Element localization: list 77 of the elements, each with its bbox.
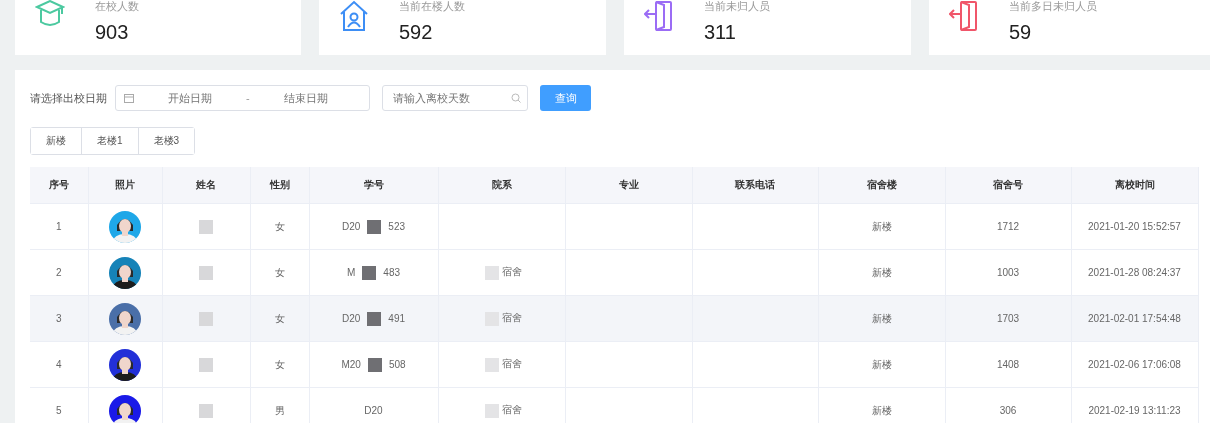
redaction-block [199, 357, 213, 372]
table-cell: 2 [30, 249, 88, 296]
redaction-block [484, 403, 499, 418]
column-header: 姓名 [162, 167, 250, 204]
table-cell: 5 [30, 387, 88, 423]
table-cell: 新楼 [818, 341, 945, 388]
table-cell: 1 [30, 203, 88, 250]
stat-label: 当前在楼人数 [399, 0, 465, 13]
stat-label: 在校人数 [95, 0, 139, 13]
stat-value: 903 [95, 21, 130, 44]
column-header: 宿舍楼 [818, 167, 945, 204]
table-cell: 新楼 [818, 249, 945, 296]
table-cell: 3 [30, 295, 88, 342]
stat-value: 592 [399, 21, 434, 44]
table-cell: 523 [388, 221, 405, 232]
redaction-block [362, 265, 377, 280]
stat-value: 311 [704, 21, 737, 44]
table-cell: 491 [388, 313, 405, 324]
redaction-block [367, 357, 382, 372]
column-header: 性别 [250, 167, 309, 204]
table-cell: D20 [341, 221, 361, 232]
redaction-block [199, 311, 213, 326]
range-separator: - [246, 92, 250, 104]
table-cell: 2021-02-19 13:11:23 [1071, 387, 1198, 423]
table-cell: 女 [250, 249, 309, 296]
filter-label: 请选择出校日期 [30, 90, 107, 106]
redaction-block [367, 219, 382, 234]
table-cell: 2021-02-01 17:54:48 [1071, 295, 1198, 342]
table-cell: 男 [250, 387, 309, 423]
column-header: 院系 [438, 167, 565, 204]
stat-value: 59 [1009, 21, 1033, 44]
column-header: 联系电话 [692, 167, 818, 204]
start-date-input[interactable]: 开始日期 [148, 91, 232, 105]
search-icon [511, 93, 521, 103]
table-cell: 宿舍 [501, 404, 522, 416]
redaction-block [199, 403, 213, 418]
table-cell: 4 [30, 341, 88, 388]
redaction-block [199, 265, 213, 280]
days-input-field[interactable]: 请输入离校天数 [382, 85, 528, 111]
table-cell: M20 [341, 359, 361, 370]
table-cell: 宿舍 [501, 312, 522, 324]
table-cell: D20 [341, 313, 361, 324]
end-date-input[interactable]: 结束日期 [263, 91, 348, 105]
table-cell: 483 [383, 267, 400, 278]
table-cell: 1703 [945, 295, 1071, 342]
table-cell: 1408 [945, 341, 1071, 388]
table-cell: 新楼 [818, 203, 945, 250]
redaction-block [484, 357, 499, 372]
table-cell: D20 [364, 405, 383, 416]
table-cell: 女 [250, 341, 309, 388]
table-cell: 2021-01-20 15:52:57 [1071, 203, 1198, 250]
table-cell: 508 [388, 359, 406, 370]
table-cell: 2021-01-28 08:24:37 [1071, 249, 1198, 296]
table-cell: 新楼 [818, 295, 945, 342]
column-header: 离校时间 [1071, 167, 1198, 204]
column-header: 照片 [88, 167, 162, 204]
column-header: 序号 [30, 167, 88, 204]
table-cell: 女 [250, 295, 309, 342]
table-cell: 女 [250, 203, 309, 250]
table-cell: 1003 [945, 249, 1071, 296]
column-header: 专业 [565, 167, 692, 204]
table-cell: M [347, 267, 356, 278]
calendar-icon [124, 93, 134, 103]
table-cell: 宿舍 [501, 358, 522, 370]
table-cell: 1712 [945, 203, 1071, 250]
stat-label: 当前多日未归人员 [1009, 0, 1097, 13]
table-cell: 2021-02-06 17:06:08 [1071, 341, 1198, 388]
table-cell: 新楼 [818, 387, 945, 423]
redaction-block [199, 219, 213, 234]
stat-label: 当前未归人员 [704, 0, 770, 13]
redaction-block [367, 311, 382, 326]
column-header: 学号 [309, 167, 438, 204]
table-cell: 306 [945, 387, 1071, 423]
building-tab[interactable]: 新楼 [31, 128, 82, 154]
table-cell: 宿舍 [501, 266, 522, 278]
column-header: 宿舍号 [945, 167, 1071, 204]
redaction-block [484, 265, 499, 280]
